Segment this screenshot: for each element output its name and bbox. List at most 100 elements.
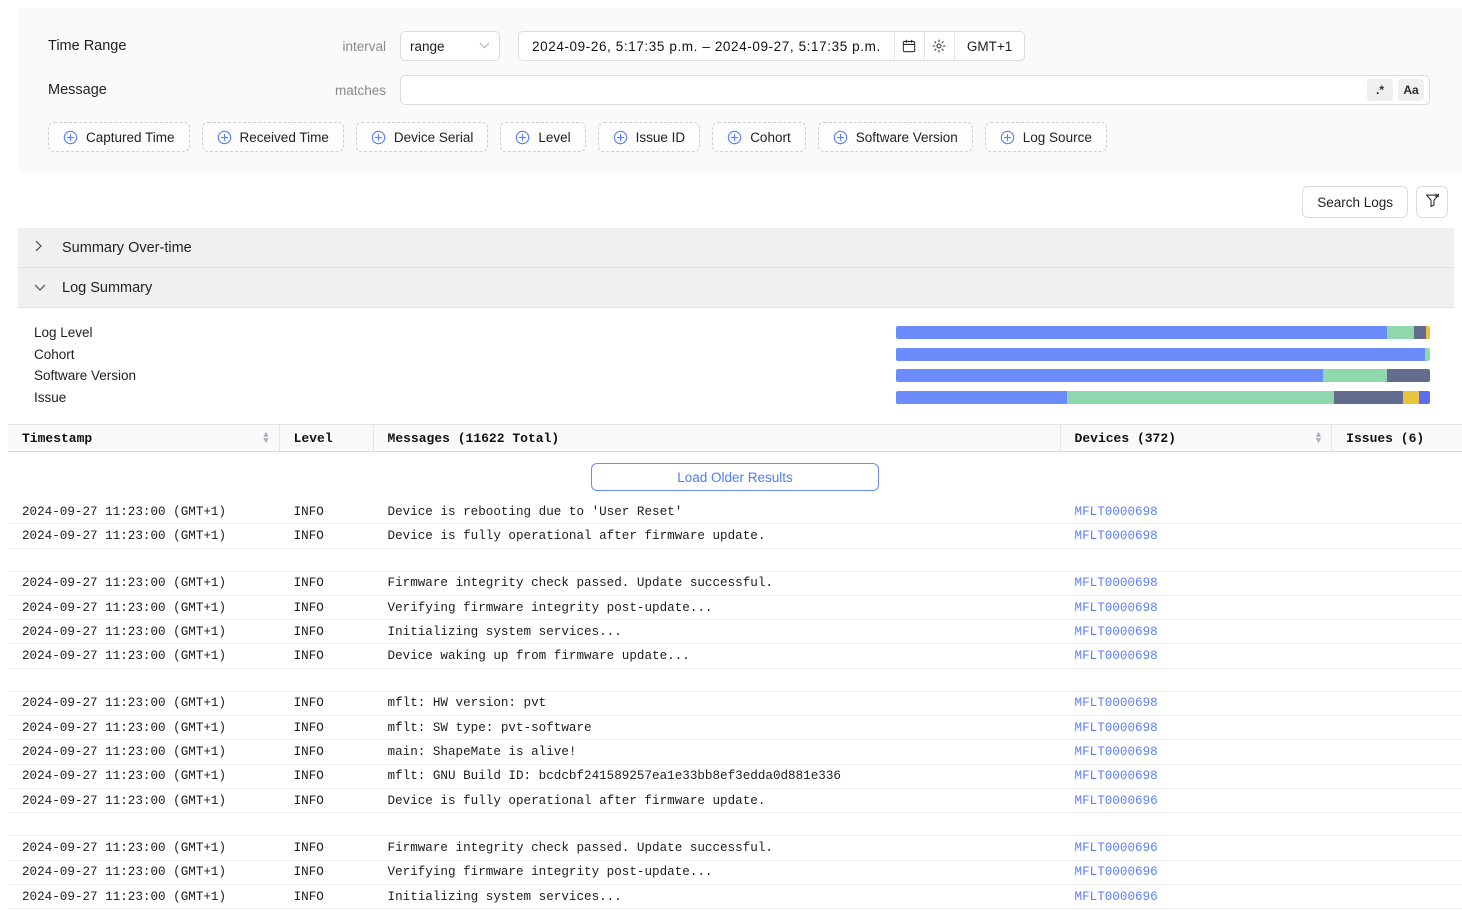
device-link[interactable]: MFLT0000696 xyxy=(1075,841,1158,855)
table-row[interactable]: 2024-09-27 11:23:00 (GMT+1) INFO mflt: HW … xyxy=(8,692,1462,717)
log-table-header: Timestamp ▲ ▼ Level Messages (11622 Total… xyxy=(8,424,1462,452)
table-row[interactable]: 2024-09-27 11:23:00 (GMT+1) INFO mflt: GNU… xyxy=(8,765,1462,789)
device-link[interactable]: MFLT0000698 xyxy=(1075,745,1158,759)
bar-segment[interactable] xyxy=(1426,326,1430,340)
device-link[interactable]: MFLT0000698 xyxy=(1075,576,1158,590)
summary-bar-track[interactable] xyxy=(896,347,1430,361)
actions-bar: Search Logs xyxy=(1302,186,1448,218)
accordion-log-summary[interactable]: Log Summary xyxy=(18,268,1454,308)
case-sensitive-toggle-button[interactable]: Aa xyxy=(1398,79,1424,101)
table-row[interactable]: 2024-09-27 11:23:00 (GMT+1) INFO Verifying… xyxy=(8,861,1462,885)
device-link[interactable]: MFLT0000696 xyxy=(1075,794,1158,808)
table-row-spacer xyxy=(8,813,1462,837)
filter-chip-captured-time[interactable]: Captured Time xyxy=(48,122,190,152)
bar-segment[interactable] xyxy=(896,369,1324,383)
cell-timestamp: 2024-09-27 11:23:00 (GMT+1) xyxy=(22,720,227,735)
regex-toggle-button[interactable]: .* xyxy=(1367,79,1393,101)
search-logs-button[interactable]: Search Logs xyxy=(1302,186,1408,218)
cell-timestamp: 2024-09-27 11:23:00 (GMT+1) xyxy=(22,865,227,880)
timezone-button[interactable]: GMT+1 xyxy=(953,32,1024,60)
bar-segment[interactable] xyxy=(896,390,1067,404)
summary-bar-label: Cohort xyxy=(34,346,75,362)
table-row[interactable]: 2024-09-27 11:23:00 (GMT+1) INFO Device wa… xyxy=(8,644,1462,669)
table-row[interactable]: 2024-09-27 11:23:00 (GMT+1) INFO Firmware … xyxy=(8,572,1462,596)
table-row[interactable]: 2024-09-27 11:23:00 (GMT+1) INFO Device is… xyxy=(8,789,1462,814)
device-link[interactable]: MFLT0000698 xyxy=(1075,601,1158,615)
cell-level: INFO xyxy=(293,865,324,880)
interval-select[interactable]: range xyxy=(400,31,500,61)
summary-bar-track[interactable] xyxy=(896,326,1430,340)
filter-chip-list: Captured Time Received Time Device Seria… xyxy=(34,116,1446,154)
column-header-devices[interactable]: Devices (372) ▲ ▼ xyxy=(1061,425,1333,451)
table-row[interactable]: 2024-09-27 11:23:00 (GMT+1) INFO mflt: SW … xyxy=(8,716,1462,741)
filter-chip-issue-id[interactable]: Issue ID xyxy=(597,122,701,152)
time-range-row: Time Range interval range 2024-09-26, 5:… xyxy=(34,28,1446,64)
table-row[interactable]: 2024-09-27 11:23:00 (GMT+1) INFO main: Sha… xyxy=(8,740,1462,765)
cell-device: MFLT0000698 xyxy=(1061,769,1333,783)
table-row-spacer xyxy=(8,549,1462,572)
filter-chip-cohort[interactable]: Cohort xyxy=(712,122,806,152)
bar-segment[interactable] xyxy=(1424,347,1430,361)
table-row[interactable]: 2024-09-27 11:23:00 (GMT+1) INFO Verifying… xyxy=(8,596,1462,621)
bar-segment[interactable] xyxy=(1333,390,1404,404)
chevron-right-icon xyxy=(34,240,46,255)
date-range-control[interactable]: 2024-09-26, 5:17:35 p.m. – 2024-09-27, 5… xyxy=(518,31,1026,61)
column-header-label: Timestamp xyxy=(22,430,93,446)
calendar-icon[interactable] xyxy=(893,32,924,60)
bar-segment[interactable] xyxy=(1419,390,1430,404)
summary-bar-track[interactable] xyxy=(896,369,1430,383)
table-row[interactable]: 2024-09-27 11:23:00 (GMT+1) INFO Firmware … xyxy=(8,836,1462,861)
device-link[interactable]: MFLT0000696 xyxy=(1075,890,1158,904)
table-row[interactable]: 2024-09-27 11:23:00 (GMT+1) INFO Initializ… xyxy=(8,885,1462,910)
device-link[interactable]: MFLT0000698 xyxy=(1075,721,1158,735)
table-row[interactable]: 2024-09-27 11:23:00 (GMT+1) INFO Device is… xyxy=(8,500,1462,525)
cell-timestamp: 2024-09-27 11:23:00 (GMT+1) xyxy=(22,576,227,591)
bar-segment[interactable] xyxy=(1403,390,1420,404)
column-header-timestamp[interactable]: Timestamp ▲ ▼ xyxy=(8,425,280,451)
device-link[interactable]: MFLT0000698 xyxy=(1075,696,1158,710)
bar-segment[interactable] xyxy=(1323,369,1388,383)
accordion-title: Summary Over-time xyxy=(62,239,192,256)
cell-level: INFO xyxy=(293,528,324,543)
cell-device: MFLT0000698 xyxy=(1061,505,1333,519)
bar-segment[interactable] xyxy=(896,326,1388,340)
bar-segment[interactable] xyxy=(1387,369,1430,383)
bar-segment[interactable] xyxy=(1413,326,1427,340)
cell-message: Device is rebooting due to 'User Reset' xyxy=(387,504,683,519)
bar-segment[interactable] xyxy=(1387,326,1414,340)
device-link[interactable]: MFLT0000698 xyxy=(1075,769,1158,783)
sort-arrows-icon[interactable]: ▲ ▼ xyxy=(1316,431,1321,446)
device-link[interactable]: MFLT0000698 xyxy=(1075,649,1158,663)
gear-icon[interactable] xyxy=(923,32,954,60)
table-row[interactable]: 2024-09-27 11:23:00 (GMT+1) INFO Initializ… xyxy=(8,620,1462,645)
accordion-title: Log Summary xyxy=(62,279,153,296)
device-link[interactable]: MFLT0000698 xyxy=(1075,505,1158,519)
bar-segment[interactable] xyxy=(896,347,1425,361)
message-search-input[interactable] xyxy=(401,76,1367,104)
cell-device: MFLT0000696 xyxy=(1061,841,1333,855)
filter-chip-software-version[interactable]: Software Version xyxy=(817,122,973,152)
filter-chip-level[interactable]: Level xyxy=(500,122,586,152)
cell-level: INFO xyxy=(293,624,324,639)
plus-circle-icon xyxy=(613,130,628,145)
filter-clear-button[interactable] xyxy=(1416,186,1448,218)
table-row[interactable]: 2024-09-27 11:23:00 (GMT+1) INFO Device is… xyxy=(8,524,1462,549)
message-label: Message xyxy=(48,82,107,98)
cell-message: main: ShapeMate is alive! xyxy=(387,745,577,760)
filter-chip-label: Log Source xyxy=(1022,129,1092,145)
device-link[interactable]: MFLT0000698 xyxy=(1075,529,1158,543)
cell-timestamp: 2024-09-27 11:23:00 (GMT+1) xyxy=(22,745,227,760)
device-link[interactable]: MFLT0000698 xyxy=(1075,625,1158,639)
device-link[interactable]: MFLT0000696 xyxy=(1075,865,1158,879)
date-range-value[interactable]: 2024-09-26, 5:17:35 p.m. – 2024-09-27, 5… xyxy=(519,32,894,60)
filter-chip-log-source[interactable]: Log Source xyxy=(984,122,1107,152)
bar-segment[interactable] xyxy=(1066,390,1334,404)
filter-chip-label: Software Version xyxy=(855,129,958,145)
accordion-summary-over-time[interactable]: Summary Over-time xyxy=(18,228,1454,268)
load-older-results-button[interactable]: Load Older Results xyxy=(591,463,879,491)
filter-chip-received-time[interactable]: Received Time xyxy=(201,122,344,152)
filter-chip-device-serial[interactable]: Device Serial xyxy=(355,122,489,152)
summary-bar-track[interactable] xyxy=(896,390,1430,404)
sort-arrows-icon[interactable]: ▲ ▼ xyxy=(263,431,268,446)
cell-message: Firmware integrity check passed. Update … xyxy=(387,576,773,591)
